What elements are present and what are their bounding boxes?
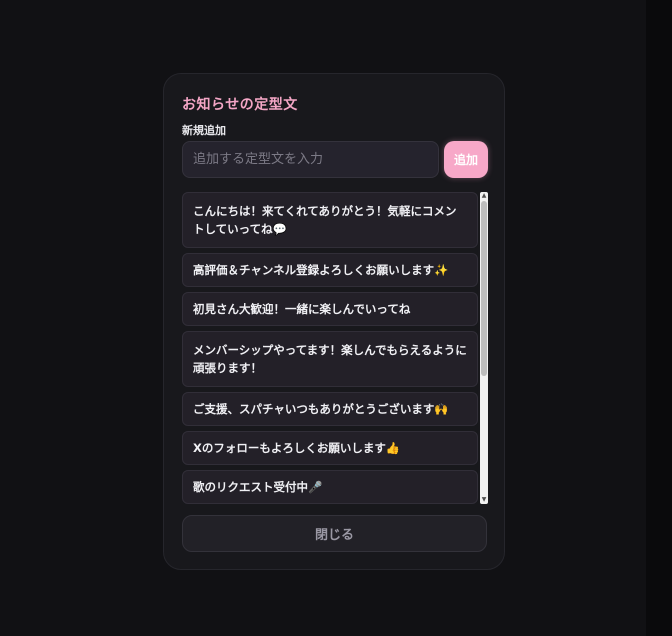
scroll-up-icon[interactable]: ▲ (480, 192, 488, 200)
window-edge (646, 0, 672, 636)
microphone-icon: 🎤 (308, 480, 323, 494)
dialog-title: お知らせの定型文 (182, 97, 298, 113)
scroll-down-icon[interactable]: ▼ (480, 496, 488, 504)
add-button[interactable]: 追加 (444, 141, 488, 178)
template-text: 高評価＆チャンネル登録よろしくお願いします (193, 263, 435, 277)
speech-bubble-icon: 💬 (272, 222, 287, 236)
list-scrollbar[interactable]: ▲ ▼ (480, 192, 488, 504)
template-text: 歌のリクエスト受付中 (193, 480, 308, 494)
template-text: こんにちは！来てくれてありがとう！気軽にコメントしていってね (193, 204, 457, 236)
list-item[interactable]: ご支援、スパチャいつもありがとうございます🙌 (182, 392, 478, 426)
thumbs-up-icon: 👍 (385, 441, 401, 455)
new-template-label: 新規追加 (182, 124, 226, 137)
raised-hands-icon: 🙌 (434, 402, 449, 416)
new-template-input[interactable] (182, 141, 439, 178)
close-button[interactable]: 閉じる (182, 515, 487, 552)
template-dialog: お知らせの定型文 新規追加 追加 こんにちは！来てくれてありがとう！気軽にコメン… (163, 73, 505, 570)
list-item[interactable]: メンバーシップやってます！楽しんでもらえるように頑張ります！ (182, 331, 478, 387)
list-item[interactable]: 初見さん大歓迎！一緒に楽しんでいってね (182, 292, 478, 326)
list-item[interactable]: 高評価＆チャンネル登録よろしくお願いします✨ (182, 253, 478, 287)
template-list-container: こんにちは！来てくれてありがとう！気軽にコメントしていってね💬 高評価＆チャンネ… (182, 192, 488, 504)
template-text: メンバーシップやってます！楽しんでもらえるように頑張ります！ (193, 343, 467, 375)
sparkles-icon: ✨ (434, 263, 449, 277)
scrollbar-thumb[interactable] (481, 201, 487, 376)
template-list: こんにちは！来てくれてありがとう！気軽にコメントしていってね💬 高評価＆チャンネ… (182, 192, 478, 504)
list-item[interactable]: 歌のリクエスト受付中🎤 (182, 470, 478, 504)
template-text: ご支援、スパチャいつもありがとうございます (193, 402, 435, 416)
list-item[interactable]: こんにちは！来てくれてありがとう！気軽にコメントしていってね💬 (182, 192, 478, 248)
template-text: 初見さん大歓迎！一緒に楽しんでいってね (193, 302, 411, 316)
list-item[interactable]: Xのフォローもよろしくお願いします👍 (182, 431, 478, 465)
template-text: Xのフォローもよろしくお願いします (193, 441, 386, 455)
